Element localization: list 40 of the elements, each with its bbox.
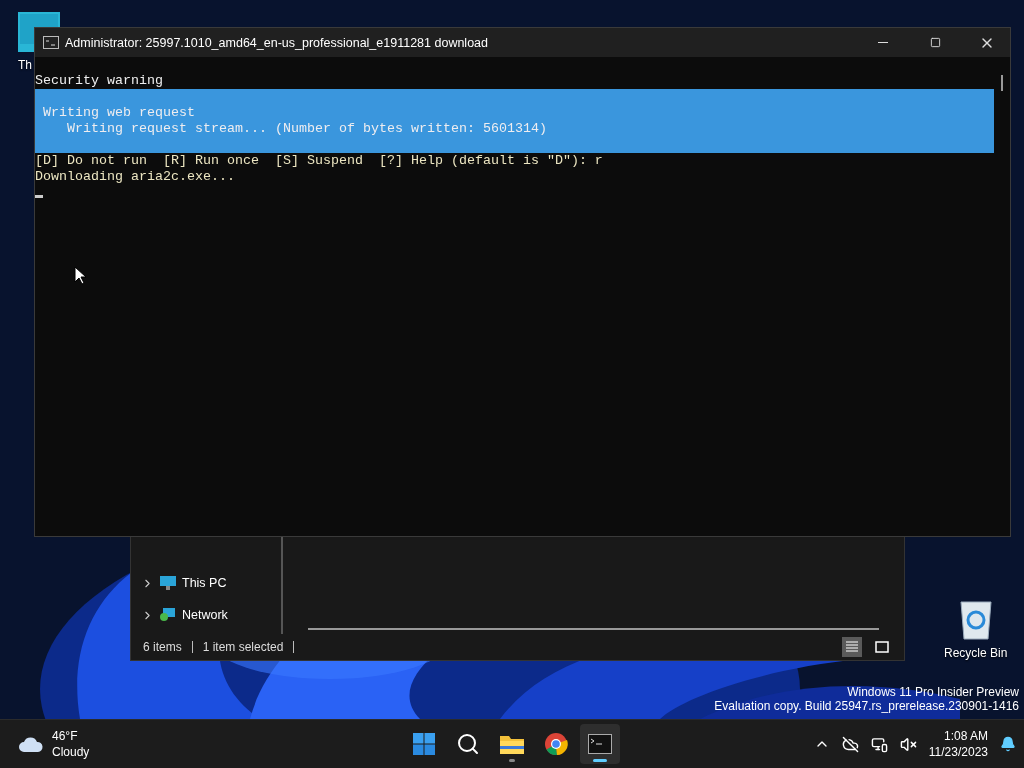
details-view-button[interactable] xyxy=(842,637,862,657)
icon-label: Th xyxy=(18,58,33,72)
progress-activity: Writing web request xyxy=(43,105,196,121)
cloud-off-icon[interactable] xyxy=(841,735,859,753)
list-icon xyxy=(845,641,859,653)
terminal-icon xyxy=(588,734,612,754)
icon-label: Recycle Bin xyxy=(944,646,1008,660)
taskbar-app[interactable] xyxy=(580,724,620,764)
cloud-icon[interactable] xyxy=(18,735,44,753)
console-line: [D] Do not run [R] Run once [S] Suspend [?] Help (default is "D"): r xyxy=(35,153,604,169)
text-cursor xyxy=(35,195,43,198)
edition-notice: Evaluation copy. Build 25947.rs_prerelease.230901-1416 xyxy=(714,699,1019,713)
window-title: Administrator: 25997.1010_amd64_en-us_professional_e1911281 download xyxy=(65,35,489,50)
monitor-icon xyxy=(160,576,176,590)
console-line: Security warning xyxy=(35,73,164,89)
status-text: 6 items xyxy=(143,640,182,654)
network-icon[interactable] xyxy=(870,735,888,753)
nav-item[interactable]: Network xyxy=(131,599,281,631)
status-text: 1 item selected xyxy=(202,640,284,654)
nav-item[interactable]: This PC xyxy=(131,567,281,599)
maximize-icon xyxy=(929,37,941,48)
weather-condition: Cloudy xyxy=(52,744,90,760)
volume-muted-icon[interactable] xyxy=(899,735,917,753)
temperature: 46°F xyxy=(52,728,79,744)
window-icon xyxy=(875,641,889,653)
folder-icon xyxy=(499,733,525,755)
browser-icon xyxy=(544,732,568,756)
console-line: Downloading aria2c.exe... xyxy=(35,169,236,185)
minimize-icon xyxy=(878,42,888,43)
windows-logo-icon xyxy=(412,732,436,756)
progress-status: Writing request stream... (Number of bytes written: 5601314) xyxy=(66,121,548,137)
scrollbar-thumb[interactable] xyxy=(1001,75,1003,91)
edition-notice: Windows 11 Pro Insider Preview xyxy=(846,685,1019,699)
clock-date[interactable]: 11/23/2023 xyxy=(928,744,988,760)
console-icon xyxy=(43,36,59,49)
clock-time[interactable]: 1:08 AM xyxy=(928,728,988,744)
mouse-pointer-icon xyxy=(74,266,86,285)
notification-icon[interactable] xyxy=(1000,736,1016,752)
search-icon xyxy=(456,732,480,756)
network-icon xyxy=(160,608,176,622)
